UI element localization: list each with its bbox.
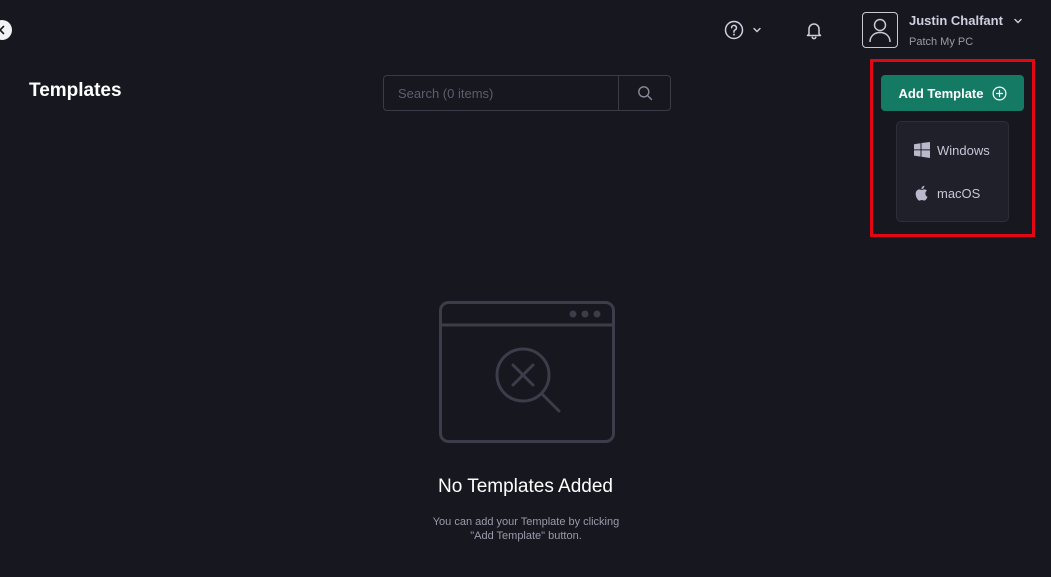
help-icon <box>724 20 744 40</box>
user-avatar-icon <box>869 18 891 43</box>
user-menu[interactable]: Justin Chalfant Patch My PC <box>862 12 1023 48</box>
add-template-dropdown: Windows macOS <box>896 121 1009 222</box>
dropdown-item-label: macOS <box>937 185 981 201</box>
empty-state-description: You can add your Template by clicking "A… <box>432 516 620 542</box>
bell-icon <box>806 23 822 40</box>
user-organization: Patch My PC <box>909 36 974 48</box>
notifications-button[interactable] <box>804 20 824 45</box>
chevron-down-icon <box>753 27 761 33</box>
search-icon <box>637 86 652 101</box>
search-input[interactable] <box>384 76 618 110</box>
search-box <box>383 75 671 111</box>
back-button[interactable] <box>0 20 12 40</box>
page-title: Templates <box>29 80 122 101</box>
dropdown-item-macos[interactable]: macOS <box>897 177 1008 209</box>
apple-icon <box>915 185 928 201</box>
empty-state-title: No Templates Added <box>438 476 613 497</box>
back-icon <box>0 25 5 35</box>
empty-state-icon <box>439 301 615 443</box>
user-name: Justin Chalfant <box>909 13 1003 28</box>
dropdown-item-label: Windows <box>937 142 990 158</box>
help-menu-button[interactable] <box>724 20 762 40</box>
search-button[interactable] <box>618 76 670 110</box>
avatar <box>862 12 898 48</box>
templates-page: Justin Chalfant Patch My PC Templates Ad… <box>0 0 1051 577</box>
dropdown-item-windows[interactable]: Windows <box>897 134 1008 166</box>
windows-icon <box>914 142 930 158</box>
chevron-down-icon <box>1014 18 1022 23</box>
